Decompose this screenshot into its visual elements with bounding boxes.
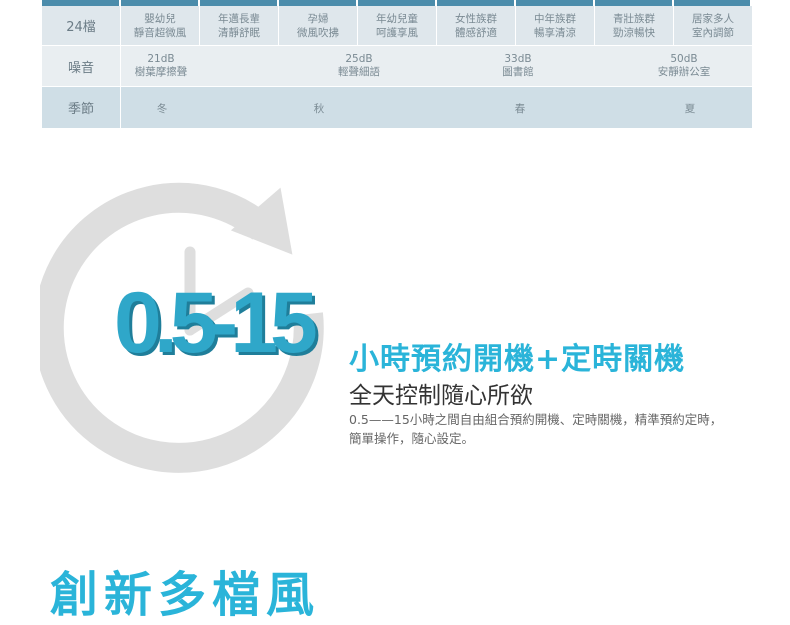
season-item: 春 bbox=[514, 103, 526, 115]
speed-cell-line2: 清靜舒眠 bbox=[218, 26, 260, 39]
speed-row: 24檔 嬰幼兒 靜音超微風 年邁長輩 清靜舒眠 孕婦 微風吹拂 年幼兒童 呵護享… bbox=[42, 6, 752, 45]
noise-db: 50dB bbox=[670, 53, 698, 65]
speed-cell-line1: 嬰幼兒 bbox=[144, 12, 176, 25]
noise-item: 50dB 安靜辦公室 bbox=[658, 53, 711, 79]
speed-row-header: 24檔 bbox=[42, 6, 121, 45]
season-item: 秋 bbox=[313, 103, 325, 115]
speed-cell: 嬰幼兒 靜音超微風 bbox=[121, 6, 200, 45]
speed-cell-line2: 室內調節 bbox=[692, 26, 734, 39]
noise-db: 33dB bbox=[504, 53, 532, 65]
speed-cell-line2: 呵護享風 bbox=[376, 26, 418, 39]
noise-desc: 輕聲細語 bbox=[338, 66, 380, 78]
speed-cell-line2: 暢享清涼 bbox=[534, 26, 576, 39]
noise-item: 33dB 圖書館 bbox=[502, 53, 534, 79]
noise-db: 21dB bbox=[147, 53, 175, 65]
speed-cell: 居家多人 室內調節 bbox=[674, 6, 752, 45]
noise-desc: 圖書館 bbox=[502, 66, 534, 78]
speed-cell-line1: 女性族群 bbox=[455, 12, 497, 25]
spec-table: 24檔 嬰幼兒 靜音超微風 年邁長輩 清靜舒眠 孕婦 微風吹拂 年幼兒童 呵護享… bbox=[42, 0, 752, 128]
speed-cell: 孕婦 微風吹拂 bbox=[279, 6, 358, 45]
noise-row-header: 噪音 bbox=[42, 46, 121, 86]
season-row-header: 季節 bbox=[42, 87, 121, 128]
season-row-body: 冬 秋 春 夏 bbox=[121, 87, 752, 128]
season-item: 夏 bbox=[684, 103, 696, 115]
timer-description: 0.5——15小時之間自由組合預約開機、定時關機，精準預約定時，簡單操作，隨心設… bbox=[349, 412, 723, 446]
next-section-title: 創新多檔風 bbox=[50, 567, 321, 623]
timer-subhead: 全天控制隨心所欲 bbox=[349, 383, 533, 409]
noise-row: 噪音 21dB 樹葉摩擦聲 25dB 輕聲細語 33dB 圖書館 50dB 安靜… bbox=[42, 46, 752, 86]
noise-desc: 樹葉摩擦聲 bbox=[134, 66, 188, 78]
speed-cell-line1: 年幼兒童 bbox=[376, 12, 418, 25]
speed-cell-line2: 靜音超微風 bbox=[133, 26, 187, 39]
noise-db: 25dB bbox=[345, 53, 373, 65]
speed-cell-line2: 勁涼暢快 bbox=[613, 26, 655, 39]
noise-item: 21dB 樹葉摩擦聲 bbox=[135, 53, 188, 79]
noise-item: 25dB 輕聲細語 bbox=[338, 53, 380, 79]
speed-cell-line1: 孕婦 bbox=[307, 12, 329, 25]
season-item: 冬 bbox=[156, 103, 168, 115]
speed-cell-line1: 青壯族群 bbox=[613, 12, 655, 25]
timer-headline: 小時預約開機+定時關機 bbox=[349, 342, 686, 377]
speed-cell-line1: 居家多人 bbox=[692, 12, 734, 25]
speed-cell-line2: 體感舒適 bbox=[455, 26, 497, 39]
timer-range-number: 0.5-15 bbox=[114, 275, 318, 371]
speed-cell: 中年族群 暢享清涼 bbox=[516, 6, 595, 45]
speed-cell-line1: 年邁長輩 bbox=[218, 12, 260, 25]
season-row: 季節 冬 秋 春 夏 bbox=[42, 87, 752, 128]
speed-cell: 女性族群 體感舒適 bbox=[437, 6, 516, 45]
noise-desc: 安靜辦公室 bbox=[657, 66, 711, 78]
speed-cell: 青壯族群 勁涼暢快 bbox=[595, 6, 674, 45]
speed-cell: 年邁長輩 清靜舒眠 bbox=[200, 6, 279, 45]
noise-row-body: 21dB 樹葉摩擦聲 25dB 輕聲細語 33dB 圖書館 50dB 安靜辦公室 bbox=[121, 46, 752, 86]
speed-cell: 年幼兒童 呵護享風 bbox=[358, 6, 437, 45]
speed-cell-line1: 中年族群 bbox=[534, 12, 576, 25]
speed-cell-line2: 微風吹拂 bbox=[297, 26, 339, 39]
